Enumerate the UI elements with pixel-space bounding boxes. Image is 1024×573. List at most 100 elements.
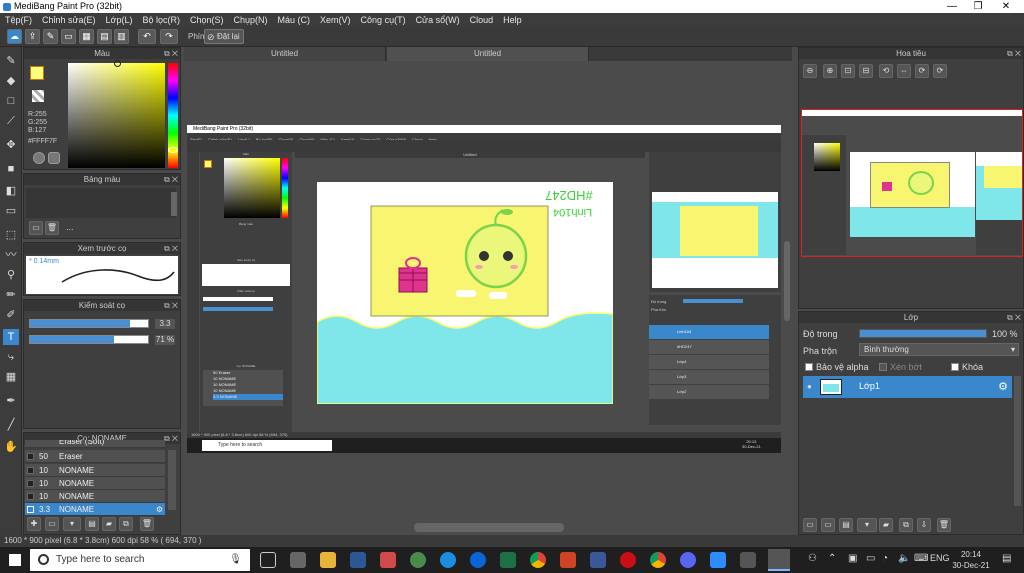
hand-tool-icon[interactable]: ✋	[3, 439, 19, 455]
grid-icon[interactable]: ▦	[79, 29, 94, 44]
notification-icon[interactable]: ▤	[1002, 553, 1011, 564]
flip-icon[interactable]: ⇔	[897, 64, 911, 78]
facebook-icon[interactable]	[590, 552, 606, 568]
app-icon-2[interactable]	[740, 552, 756, 568]
excel-icon[interactable]	[500, 552, 516, 568]
reset-button[interactable]: ⊘ Đặt lại	[204, 29, 244, 44]
brush-type-icon[interactable]: ▾	[63, 517, 81, 531]
brush-list-item[interactable]: 50 Eraser	[25, 450, 165, 463]
brush-list-item[interactable]: 10 NONAME	[25, 490, 165, 503]
menu-tools[interactable]: Công cụ(T)	[356, 13, 411, 27]
brush-checkbox[interactable]	[27, 480, 34, 487]
gradient-tool-icon[interactable]: ▭	[3, 203, 19, 219]
redo-icon[interactable]: ↷	[160, 29, 178, 44]
brush-list-item-selected[interactable]: 3.3 NONAME ⚙	[25, 503, 165, 516]
panel-close-icon[interactable]: ⧉ ✕	[164, 243, 178, 254]
brush-tool-icon[interactable]: ✎	[3, 53, 19, 69]
task-view-icon[interactable]	[260, 552, 276, 568]
move-tool-icon[interactable]: ✥	[3, 137, 19, 153]
canvas-vscroll[interactable]	[784, 241, 790, 321]
speaker-icon[interactable]: 🔈	[898, 553, 910, 564]
blend-mode-select[interactable]: Bình thường ▾	[859, 343, 1019, 356]
panel-close-icon[interactable]: ⧉ ✕	[164, 174, 178, 185]
rotate-right-icon[interactable]: ⟳	[915, 64, 929, 78]
color-sv-square[interactable]	[68, 60, 165, 168]
folder-icon[interactable]: ▰	[102, 517, 116, 531]
powerpoint-icon[interactable]	[560, 552, 576, 568]
fit-icon[interactable]: ⊡	[841, 64, 855, 78]
menu-color[interactable]: Máu (C)	[273, 13, 316, 27]
app-tray-icon[interactable]: ▣	[848, 553, 857, 564]
gear-icon[interactable]: ⚙	[156, 503, 163, 516]
layer-folder-icon[interactable]: ▰	[879, 518, 893, 532]
menu-filter[interactable]: Bộ lọc(R)	[137, 13, 185, 27]
clip-checkbox[interactable]	[879, 363, 887, 371]
store-icon[interactable]	[380, 552, 396, 568]
hue-slider[interactable]	[168, 63, 178, 168]
comment-icon[interactable]: ✎	[43, 29, 58, 44]
panel-close-icon[interactable]: ⧉ ✕	[164, 48, 178, 59]
eye-icon[interactable]: ●	[807, 382, 812, 391]
layer-row-selected[interactable]: ● Lớp1 ⚙	[803, 376, 1012, 398]
menu-window[interactable]: Cửa sổ(W)	[411, 13, 465, 27]
new-brush-icon[interactable]: ▭	[45, 517, 59, 531]
text-tool-icon[interactable]: T	[3, 329, 19, 345]
copy-layer-icon[interactable]: ▤	[839, 518, 853, 532]
delete-swatch-icon[interactable]: 🗑	[45, 221, 59, 235]
swatch-scrollbar[interactable]	[171, 192, 177, 216]
menu-snap[interactable]: Chụp(N)	[229, 13, 273, 27]
eyedropper-tool-icon[interactable]: ✒	[3, 393, 19, 409]
windows-start-icon[interactable]	[9, 554, 21, 566]
protect-alpha-checkbox[interactable]	[805, 363, 813, 371]
brush-opacity-value[interactable]: 71 %	[155, 335, 175, 345]
panel-icon[interactable]: ▤	[97, 29, 112, 44]
zalo-icon[interactable]	[470, 552, 486, 568]
keyboard-icon[interactable]: ⌨	[914, 553, 928, 564]
zoom-icon[interactable]	[710, 552, 726, 568]
close-button[interactable]: ✕	[992, 0, 1020, 13]
clock[interactable]: 20:14 30-Dec-21	[952, 549, 990, 571]
microphone-icon[interactable]: 🎙	[229, 549, 242, 571]
add-brush-icon[interactable]: ✚	[27, 517, 41, 531]
menu-select[interactable]: Chọn(S)	[185, 13, 229, 27]
menu-edit[interactable]: Chỉnh sửa(E)	[37, 13, 101, 27]
layout-icon[interactable]: ▥	[114, 29, 129, 44]
swatch-more[interactable]: ...	[66, 222, 74, 232]
delete-brush-icon[interactable]: 🗑	[140, 517, 154, 531]
opera-icon[interactable]	[620, 552, 636, 568]
menu-view[interactable]: Xem(V)	[315, 13, 356, 27]
battery-icon[interactable]: ▭	[866, 553, 875, 564]
pen-tool-icon[interactable]: ⟋	[3, 113, 19, 129]
layer-scrollbar[interactable]	[1014, 376, 1021, 506]
tab-untitled-2[interactable]: Untitled	[387, 47, 589, 61]
copy-brush-icon[interactable]: ▤	[85, 517, 99, 531]
search-input[interactable]: Type here to search 🎙	[30, 549, 250, 571]
merge-layer-icon[interactable]: ⇩	[917, 518, 931, 532]
select-tool-icon[interactable]: ⬚	[3, 227, 19, 243]
upload-icon[interactable]: ⇪	[25, 29, 40, 44]
duplicate-icon[interactable]: ⧉	[119, 517, 133, 531]
canvas-hscroll[interactable]	[414, 523, 564, 532]
lasso-tool-icon[interactable]: 〰	[3, 247, 19, 263]
panel-close-icon[interactable]: ⧉ ✕	[164, 433, 178, 444]
rotate-left-icon[interactable]: ⟲	[879, 64, 893, 78]
panel-close-icon[interactable]: ⧉ ✕	[1007, 312, 1021, 323]
maximize-button[interactable]: ❐	[964, 0, 992, 13]
brush-checkbox[interactable]	[27, 467, 34, 474]
menu-cloud[interactable]: Cloud	[465, 13, 499, 27]
pen-select-tool-icon[interactable]: ╱	[3, 417, 19, 433]
color-cursor[interactable]	[114, 60, 121, 67]
color-wheel-icon[interactable]	[33, 152, 45, 164]
brush-checkbox[interactable]	[27, 506, 34, 513]
brush-list-scrollbar[interactable]	[168, 450, 176, 510]
select-pen-tool-icon[interactable]: ✏	[3, 287, 19, 303]
fill-rect-tool-icon[interactable]: ■	[3, 161, 19, 177]
color-picker-mode-icon[interactable]	[48, 152, 60, 164]
chat-icon[interactable]: ▭	[61, 29, 76, 44]
brush-checkbox[interactable]	[27, 493, 34, 500]
lock-checkbox[interactable]	[951, 363, 959, 371]
brush-checkbox[interactable]	[27, 453, 34, 460]
add-swatch-icon[interactable]: ▭	[29, 221, 43, 235]
menu-help[interactable]: Help	[498, 13, 527, 27]
delete-layer-icon[interactable]: 🗑	[937, 518, 951, 532]
